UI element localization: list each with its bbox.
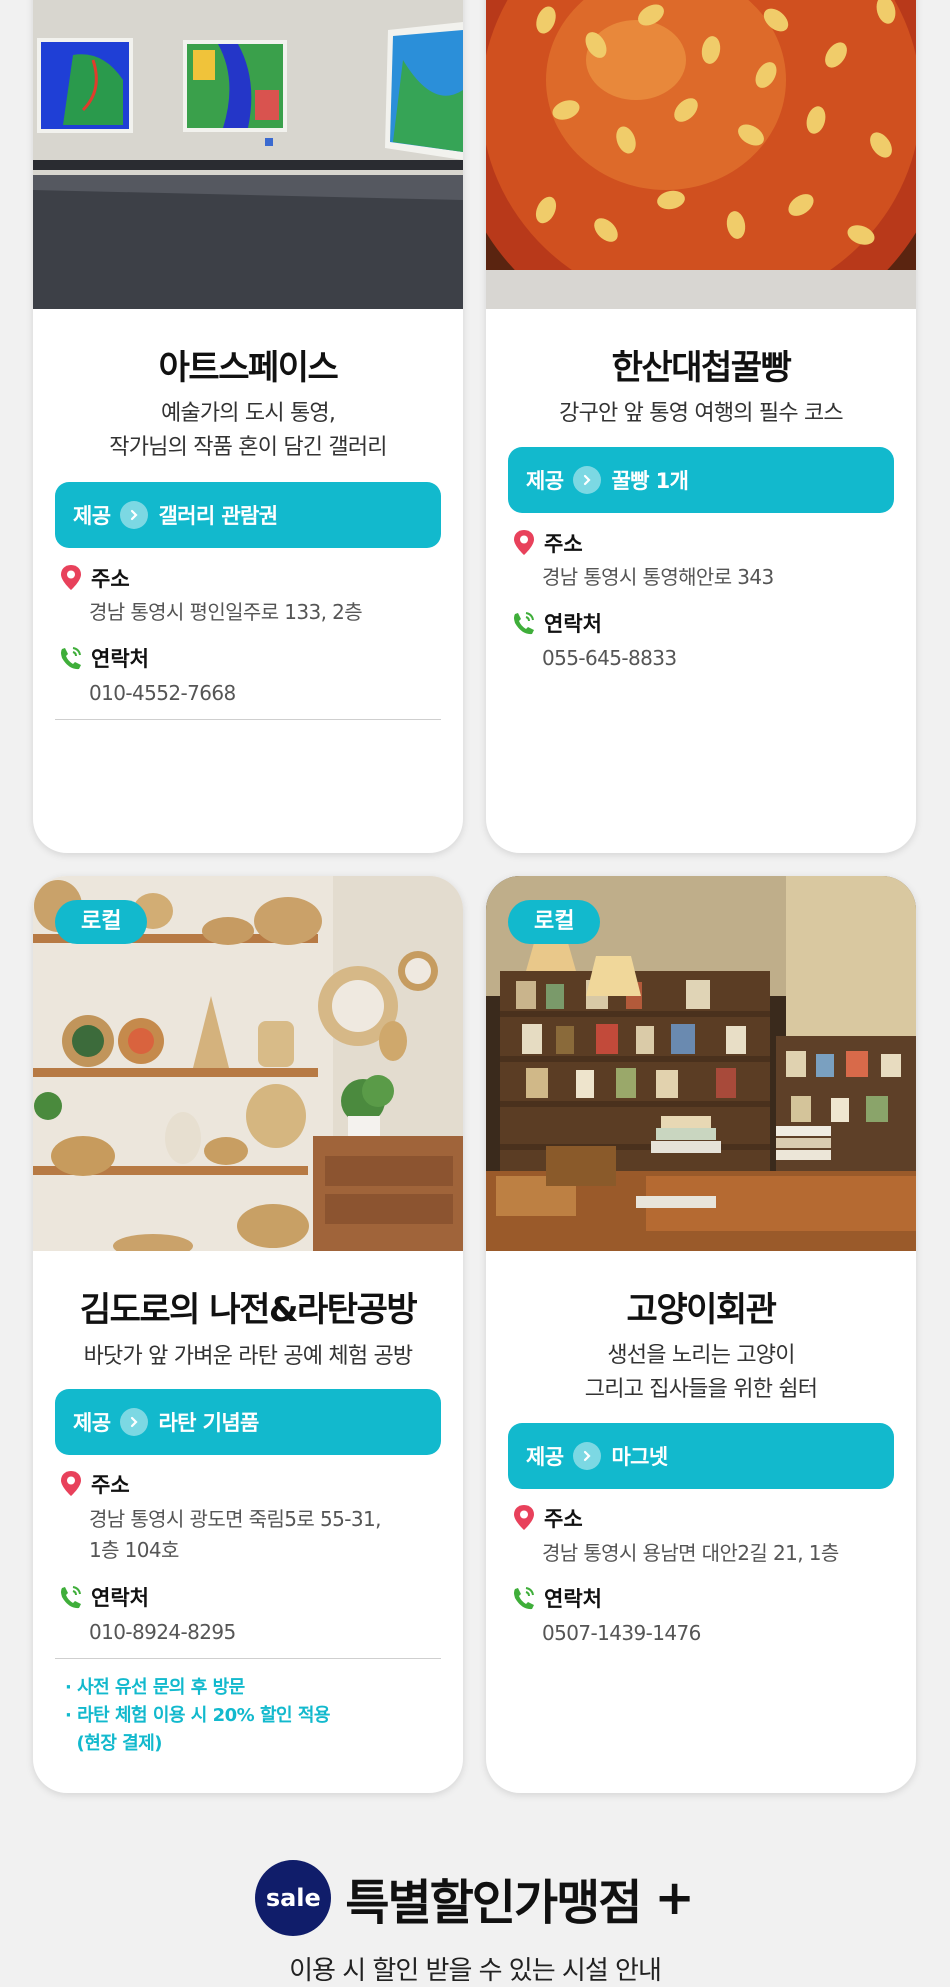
chevron-right-icon <box>573 466 602 494</box>
tag-local: 로컬 <box>508 900 601 944</box>
provide-banner: 제공 꿀빵 1개 <box>508 447 894 513</box>
address-heading: 주소 <box>59 1469 130 1499</box>
store-description-line: 그리고 집사들을 위한 쉼터 <box>584 1377 818 1402</box>
store-card-rattan-workshop[interactable]: 로컬 김도로의 나전&라탄공방 바닷가 앞 가벼운 라탄 공예 체험 공방 제공… <box>33 876 463 1793</box>
chevron-right-icon <box>120 501 149 529</box>
divider <box>55 1658 441 1659</box>
provide-label: 제공 <box>73 504 111 528</box>
address-label: 주소 <box>544 1507 583 1531</box>
store-card-honey-bread[interactable]: 한산대첩꿀빵 강구안 앞 통영 여행의 필수 코스 제공 꿀빵 1개 주소 경남… <box>486 0 916 853</box>
store-name: 김도로의 나전&라탄공방 <box>79 1290 418 1330</box>
tag-local: 로컬 <box>55 900 148 944</box>
section-subtitle: 이용 시 할인 받을 수 있는 시설 안내 <box>289 1956 662 1986</box>
phone-icon <box>514 612 534 635</box>
note-line: · 사전 유선 문의 후 방문 <box>65 1677 245 1698</box>
address-value-line2: 1층 104호 <box>89 1538 179 1562</box>
store-photo-honey-bread <box>486 0 916 309</box>
special-discount-section-header: sale 특별할인가맹점 + <box>0 1860 950 1936</box>
provide-value: 라탄 기념품 <box>158 1411 259 1435</box>
address-heading: 주소 <box>512 528 583 558</box>
contact-heading: 연락처 <box>512 608 602 638</box>
section-title: 특별할인가맹점 <box>345 1875 642 1931</box>
address-label: 주소 <box>544 532 583 556</box>
store-name: 아트스페이스 <box>158 348 339 388</box>
contact-heading: 연락처 <box>512 1583 602 1613</box>
map-pin-icon <box>61 1471 81 1496</box>
visit-notes: · 사전 유선 문의 후 방문 · 라탄 체험 이용 시 20% 할인 적용 (… <box>65 1674 330 1758</box>
map-pin-icon <box>514 1505 534 1530</box>
phone-icon <box>514 1587 534 1610</box>
address-value: 경남 통영시 광도면 죽림5로 55-31, <box>89 1507 381 1531</box>
contact-value[interactable]: 010-8924-8295 <box>89 1617 236 1648</box>
store-description-line: 생선을 노리는 고양이 <box>607 1343 795 1368</box>
address-heading: 주소 <box>512 1503 583 1533</box>
store-name: 고양이회관 <box>626 1290 777 1330</box>
phone-icon <box>61 1586 81 1609</box>
contact-value[interactable]: 055-645-8833 <box>542 643 677 674</box>
address-value: 경남 통영시 용남면 대안2길 21, 1층 <box>542 1541 839 1565</box>
provide-label: 제공 <box>526 1445 564 1469</box>
contact-label: 연락처 <box>544 1587 602 1611</box>
contact-value[interactable]: 0507-1439-1476 <box>542 1618 701 1649</box>
note-line: · 라탄 체험 이용 시 20% 할인 적용 <box>65 1705 330 1726</box>
provide-value: 꿀빵 1개 <box>611 469 689 493</box>
chevron-right-icon <box>573 1442 602 1470</box>
chevron-right-icon <box>120 1408 149 1436</box>
contact-label: 연락처 <box>544 612 602 636</box>
provide-value: 마그넷 <box>611 1445 668 1469</box>
contact-value[interactable]: 010-4552-7668 <box>89 678 236 709</box>
store-description-line: 예술가의 도시 통영, <box>160 401 336 426</box>
store-description-line: 바닷가 앞 가벼운 라탄 공예 체험 공방 <box>83 1344 414 1369</box>
provide-label: 제공 <box>73 1411 111 1435</box>
provide-banner: 제공 라탄 기념품 <box>55 1389 441 1455</box>
address-value: 경남 통영시 통영해안로 343 <box>542 565 774 589</box>
contact-label: 연락처 <box>91 647 149 671</box>
sale-badge: sale <box>255 1860 332 1936</box>
divider <box>55 719 441 720</box>
phone-icon <box>61 647 81 670</box>
map-pin-icon <box>61 565 81 590</box>
store-name: 한산대첩꿀빵 <box>611 348 792 388</box>
address-value: 경남 통영시 평인일주로 133, 2층 <box>89 600 363 624</box>
map-pin-icon <box>514 530 534 555</box>
contact-heading: 연락처 <box>59 643 149 673</box>
store-card-artspace[interactable]: 아트스페이스 예술가의 도시 통영, 작가님의 작품 혼이 담긴 갤러리 제공 … <box>33 0 463 853</box>
note-line: (현장 결제) <box>65 1733 163 1754</box>
store-description-line: 작가님의 작품 혼이 담긴 갤러리 <box>109 435 387 460</box>
provide-label: 제공 <box>526 469 564 493</box>
address-label: 주소 <box>91 1473 130 1497</box>
address-heading: 주소 <box>59 563 130 593</box>
address-label: 주소 <box>91 567 130 591</box>
plus-icon: + <box>654 1870 695 1926</box>
store-photo-gallery <box>33 0 463 309</box>
contact-heading: 연락처 <box>59 1582 149 1612</box>
store-description-line: 강구안 앞 통영 여행의 필수 코스 <box>559 401 843 426</box>
provide-value: 갤러리 관람권 <box>158 504 278 528</box>
provide-banner: 제공 갤러리 관람권 <box>55 482 441 548</box>
contact-label: 연락처 <box>91 1586 149 1610</box>
provide-banner: 제공 마그넷 <box>508 1423 894 1489</box>
store-card-cat-hall[interactable]: 로컬 고양이회관 생선을 노리는 고양이 그리고 집사들을 위한 쉼터 제공 마… <box>486 876 916 1793</box>
